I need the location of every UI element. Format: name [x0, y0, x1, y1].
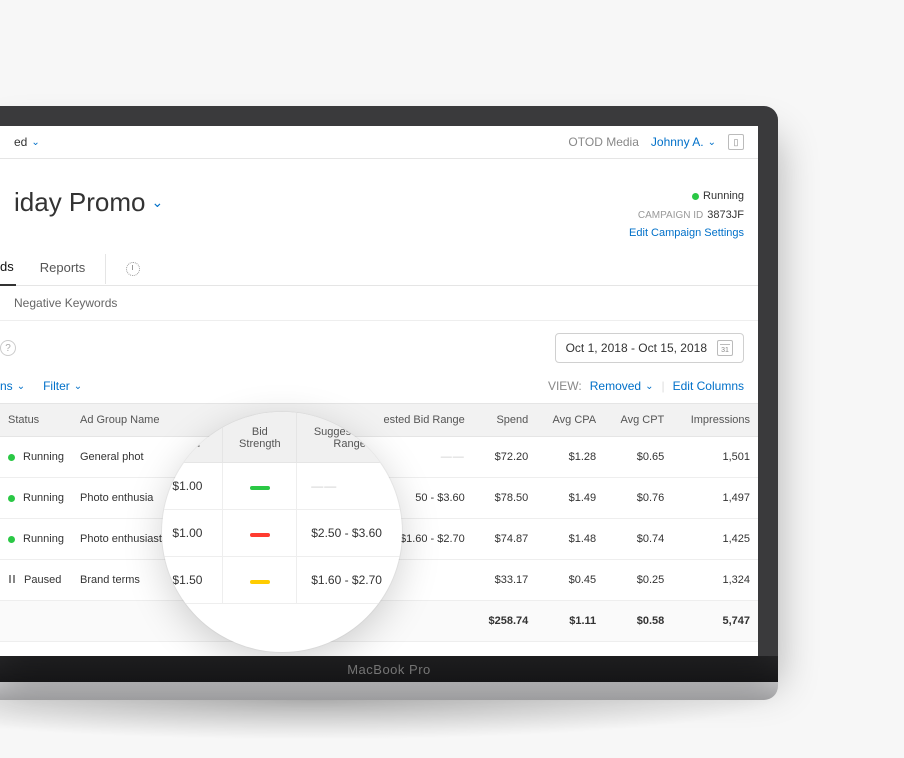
mag-row: $1.00——: [162, 463, 402, 510]
view-removed-dropdown[interactable]: Removed⌄: [590, 379, 654, 393]
date-range-picker[interactable]: Oct 1, 2018 - Oct 15, 2018 31: [555, 333, 744, 363]
bid-strength-bar: [250, 486, 270, 490]
status-dot-icon: [8, 495, 15, 502]
col-suggested[interactable]: ested Bid Range: [362, 404, 473, 437]
bid-strength-bar: [250, 533, 270, 537]
filter-dropdown[interactable]: Filter⌄: [43, 379, 82, 393]
nav-fragment[interactable]: ed: [14, 135, 27, 149]
mag-row: $1.00$2.50 - $3.60: [162, 510, 402, 557]
report-footnote: ithin the last three hours may not be re…: [0, 642, 758, 656]
chevron-down-icon: ⌄: [74, 381, 82, 392]
tab-history[interactable]: [105, 254, 140, 284]
col-avg-cpt[interactable]: Avg CPT: [604, 404, 672, 437]
chevron-down-icon: ⌄: [152, 194, 164, 211]
chevron-down-icon: ⌄: [645, 381, 653, 392]
pause-icon: [8, 575, 16, 583]
status-dot-icon: [8, 536, 15, 543]
magnifier-zoom: CPT Bid Bid Strength Suggested Bid Range…: [162, 412, 402, 652]
user-menu[interactable]: Johnny A.⌄: [651, 135, 716, 149]
chevron-down-icon: ⌄: [17, 381, 25, 392]
col-status[interactable]: Status: [0, 404, 72, 437]
tab-keywords[interactable]: ds: [0, 253, 16, 286]
calendar-icon: 31: [717, 340, 733, 356]
history-clock-icon: [126, 262, 140, 276]
campaign-id: 3873JF: [707, 209, 744, 221]
subtab-negative-keywords[interactable]: Negative Keywords: [14, 296, 117, 310]
org-name: OTOD Media: [568, 135, 638, 149]
totals-row: $258.74 $1.11 $0.58 5,747: [0, 601, 758, 642]
bid-strength-bar: [250, 580, 270, 584]
status-dot-icon: [692, 193, 699, 200]
status-badge: Running: [703, 190, 744, 202]
col-adgroup[interactable]: Ad Group Name: [72, 404, 212, 437]
col-avg-cpa[interactable]: Avg CPA: [536, 404, 604, 437]
mag-row: $1.50$1.60 - $2.70: [162, 557, 402, 604]
tab-reports[interactable]: Reports: [40, 254, 86, 285]
chevron-down-icon: ⌄: [708, 137, 716, 148]
edit-columns-link[interactable]: Edit Columns: [673, 379, 744, 393]
chevron-down-icon: ⌄: [31, 137, 39, 148]
edit-campaign-settings-link[interactable]: Edit Campaign Settings: [629, 224, 744, 243]
actions-dropdown[interactable]: ns⌄: [0, 379, 25, 393]
view-label: VIEW:: [548, 379, 582, 393]
topbar: ed ⌄ OTOD Media Johnny A.⌄ ▯: [0, 126, 758, 159]
campaign-id-label: CAMPAIGN ID: [638, 210, 703, 221]
status-dot-icon: [8, 454, 15, 461]
help-icon[interactable]: ?: [0, 340, 16, 356]
col-impressions[interactable]: Impressions: [672, 404, 758, 437]
help-book-icon[interactable]: ▯: [728, 134, 744, 150]
laptop-base: [0, 682, 778, 700]
campaign-title[interactable]: iday Promo ⌄: [14, 187, 163, 218]
laptop-brand: MacBook Pro: [0, 656, 778, 682]
col-spend[interactable]: Spend: [473, 404, 536, 437]
